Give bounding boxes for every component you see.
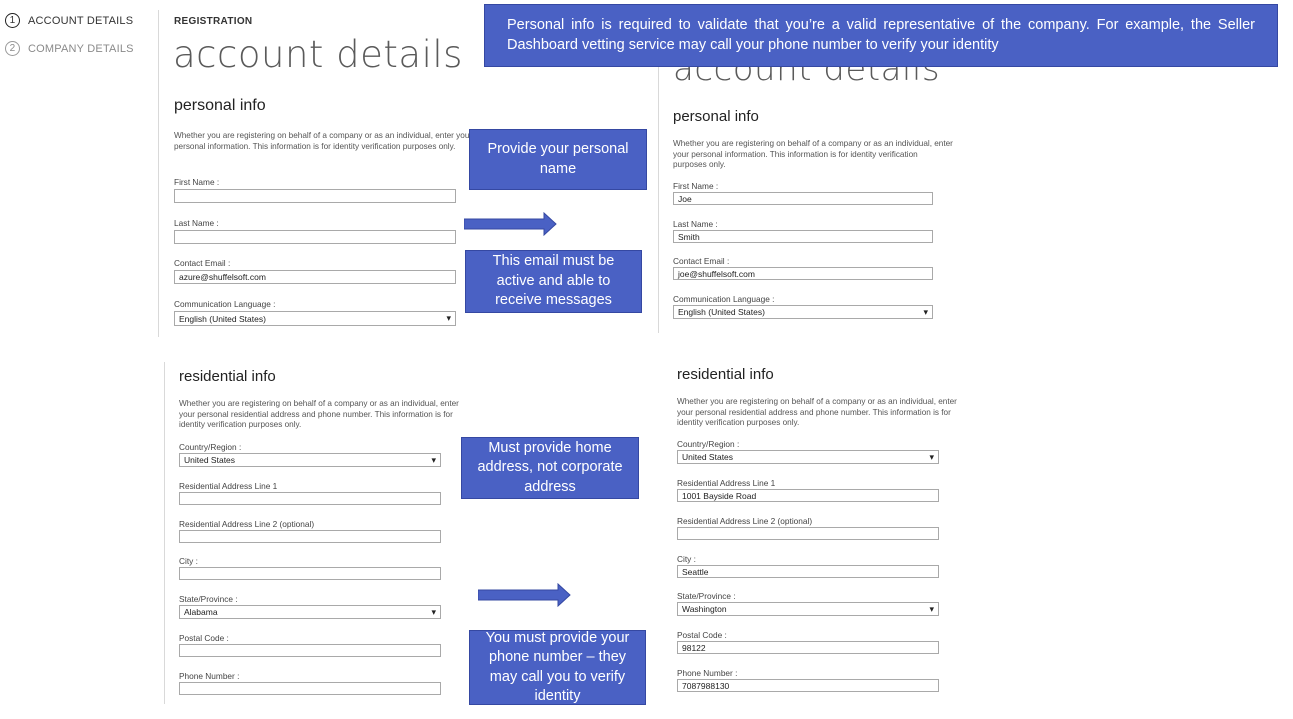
state-label-filled: State/Province : bbox=[677, 591, 736, 601]
callout-top-personal-info: Personal info is required to validate th… bbox=[484, 4, 1278, 67]
address-line-2-label: Residential Address Line 2 (optional) bbox=[179, 519, 315, 529]
last-name-label: Last Name : bbox=[174, 218, 219, 228]
address-line-2-field[interactable] bbox=[179, 530, 441, 543]
state-select[interactable]: Alabama bbox=[179, 605, 441, 619]
address-line-1-field-filled[interactable]: 1001 Bayside Road bbox=[677, 489, 939, 502]
last-name-field[interactable] bbox=[174, 230, 456, 244]
phone-number-label: Phone Number : bbox=[179, 671, 240, 681]
country-label: Country/Region : bbox=[179, 442, 242, 452]
arrow-right-icon bbox=[464, 212, 557, 236]
postal-code-label-filled: Postal Code : bbox=[677, 630, 727, 640]
residential-info-description-filled: Whether you are registering on behalf of… bbox=[677, 397, 957, 427]
sidebar-divider bbox=[158, 10, 159, 337]
left-panel-divider bbox=[164, 362, 165, 704]
address-line-1-field[interactable] bbox=[179, 492, 441, 505]
phone-number-field[interactable] bbox=[179, 682, 441, 695]
step-account-details[interactable]: 1 ACCOUNT DETAILS bbox=[5, 13, 133, 28]
step-number: 2 bbox=[5, 41, 20, 56]
city-label-filled: City : bbox=[677, 554, 696, 564]
contact-email-field[interactable]: azure@shuffelsoft.com bbox=[174, 270, 456, 284]
right-panel-divider bbox=[658, 67, 659, 333]
contact-email-label-filled: Contact Email : bbox=[673, 256, 730, 266]
first-name-label: First Name : bbox=[174, 177, 220, 187]
callout-phone-number: You must provide your phone number – the… bbox=[469, 630, 646, 705]
last-name-field-filled[interactable]: Smith bbox=[673, 230, 933, 243]
country-label-filled: Country/Region : bbox=[677, 439, 740, 449]
address-line-2-label-filled: Residential Address Line 2 (optional) bbox=[677, 516, 813, 526]
city-field[interactable] bbox=[179, 567, 441, 580]
state-label: State/Province : bbox=[179, 594, 238, 604]
city-field-filled[interactable]: Seattle bbox=[677, 565, 939, 578]
first-name-label-filled: First Name : bbox=[673, 181, 719, 191]
address-line-1-label: Residential Address Line 1 bbox=[179, 481, 278, 491]
step-label: ACCOUNT DETAILS bbox=[28, 14, 134, 27]
first-name-field[interactable] bbox=[174, 189, 456, 203]
state-select-filled[interactable]: Washington bbox=[677, 602, 939, 616]
communication-language-label-filled: Communication Language : bbox=[673, 294, 775, 304]
callout-email: This email must be active and able to re… bbox=[465, 250, 642, 313]
step-label: COMPANY DETAILS bbox=[28, 42, 134, 55]
last-name-label-filled: Last Name : bbox=[673, 219, 718, 229]
country-select[interactable]: United States bbox=[179, 453, 441, 467]
callout-home-address: Must provide home address, not corporate… bbox=[461, 437, 639, 499]
address-line-2-field-filled[interactable] bbox=[677, 527, 939, 540]
first-name-field-filled[interactable]: Joe bbox=[673, 192, 933, 205]
page-title: account details bbox=[173, 33, 463, 76]
phone-number-field-filled[interactable]: 7087988130 bbox=[677, 679, 939, 692]
residential-info-heading-filled: residential info bbox=[677, 366, 774, 383]
arrow-right-icon bbox=[478, 583, 571, 607]
personal-info-description-filled: Whether you are registering on behalf of… bbox=[673, 139, 953, 169]
step-number: 1 bbox=[5, 13, 20, 28]
communication-language-select-filled[interactable]: English (United States) bbox=[673, 305, 933, 319]
city-label: City : bbox=[179, 556, 198, 566]
communication-language-select[interactable]: English (United States) bbox=[174, 311, 456, 326]
postal-code-field[interactable] bbox=[179, 644, 441, 657]
contact-email-label: Contact Email : bbox=[174, 258, 231, 268]
country-select-filled[interactable]: United States bbox=[677, 450, 939, 464]
personal-info-heading: personal info bbox=[174, 97, 266, 114]
personal-info-description: Whether you are registering on behalf of… bbox=[174, 131, 473, 151]
communication-language-label: Communication Language : bbox=[174, 299, 276, 309]
address-line-1-label-filled: Residential Address Line 1 bbox=[677, 478, 776, 488]
residential-info-description: Whether you are registering on behalf of… bbox=[179, 399, 459, 429]
registration-label: REGISTRATION bbox=[174, 16, 253, 27]
postal-code-field-filled[interactable]: 98122 bbox=[677, 641, 939, 654]
contact-email-field-filled[interactable]: joe@shuffelsoft.com bbox=[673, 267, 933, 280]
residential-info-heading: residential info bbox=[179, 368, 276, 385]
callout-personal-name: Provide your personal name bbox=[469, 129, 647, 190]
personal-info-heading-filled: personal info bbox=[673, 108, 759, 125]
step-company-details[interactable]: 2 COMPANY DETAILS bbox=[5, 41, 134, 56]
postal-code-label: Postal Code : bbox=[179, 633, 229, 643]
phone-number-label-filled: Phone Number : bbox=[677, 668, 738, 678]
